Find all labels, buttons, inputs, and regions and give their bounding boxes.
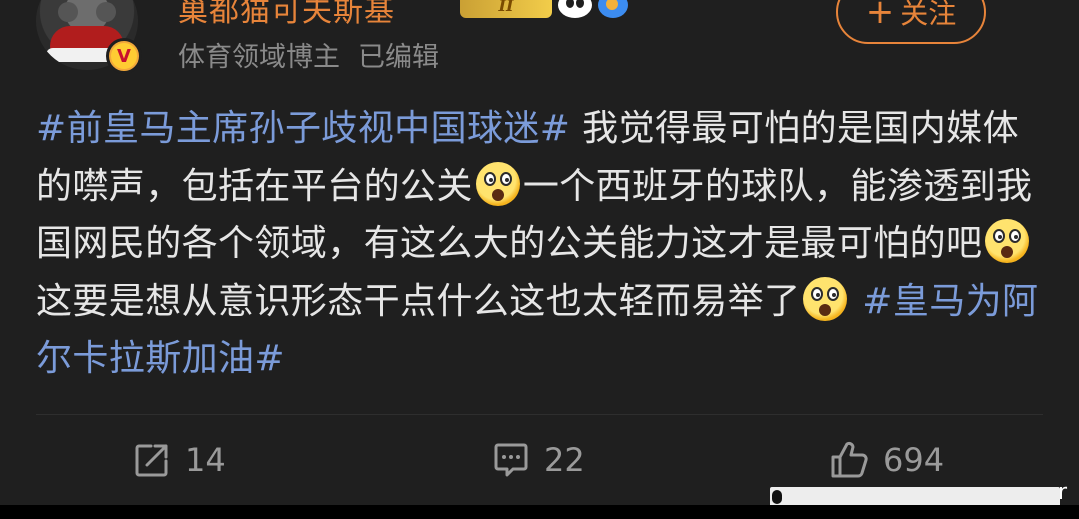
hashtag-link[interactable]: #前皇马主席孙子歧视中国球迷#: [36, 108, 570, 149]
plus-icon: +: [865, 0, 895, 32]
surprised-emoji-icon: [985, 219, 1030, 264]
overlay-dot: [772, 490, 782, 504]
comment-icon: [492, 441, 530, 479]
level-badge-text: II: [498, 0, 514, 15]
thumbs-up-icon: [829, 440, 869, 480]
edited-label: 已编辑: [358, 42, 439, 73]
comment-button[interactable]: 22: [492, 435, 585, 485]
username[interactable]: 巢都猫可夫斯基: [178, 0, 395, 30]
share-button[interactable]: 14: [133, 435, 226, 485]
divider: [36, 414, 1043, 415]
user-badges: II: [460, 0, 628, 20]
level-badge-icon[interactable]: II: [460, 0, 552, 18]
post-content: #前皇马主席孙子歧视中国球迷# 我觉得最可怕的是国内媒体的噤声，包括在平台的公关…: [36, 100, 1046, 388]
blue-badge-icon[interactable]: [598, 0, 628, 18]
page: V 巢都猫可夫斯基 II 体育领域博主 已编辑 + 关注 #前皇马主席孙子歧视中…: [0, 0, 1079, 519]
bottom-bar: [0, 505, 1079, 519]
post-text: [850, 281, 862, 322]
post-text: 这要是想从意识形态干点什么这也太轻而易举了: [36, 280, 801, 322]
avatar-ear: [58, 2, 78, 22]
comment-count: 22: [544, 441, 585, 479]
user-tag: 体育领域博主: [178, 42, 340, 73]
follow-button[interactable]: + 关注: [836, 0, 986, 44]
weibo-post-card: V 巢都猫可夫斯基 II 体育领域博主 已编辑 + 关注 #前皇马主席孙子歧视中…: [0, 0, 1079, 509]
avatar-ear: [96, 2, 116, 22]
verified-badge-icon: V: [106, 38, 142, 74]
share-icon: [133, 441, 171, 479]
user-meta: 体育领域博主 已编辑: [178, 35, 439, 74]
overlay-letter: r: [1058, 480, 1068, 505]
share-count: 14: [185, 441, 226, 479]
panda-badge-icon[interactable]: [558, 0, 592, 18]
follow-label: 关注: [900, 0, 957, 30]
surprised-emoji-icon: [803, 276, 848, 321]
like-button[interactable]: 694: [829, 435, 944, 485]
like-count: 694: [883, 441, 945, 479]
verified-mark: V: [117, 45, 131, 67]
surprised-emoji-icon: [475, 161, 520, 206]
